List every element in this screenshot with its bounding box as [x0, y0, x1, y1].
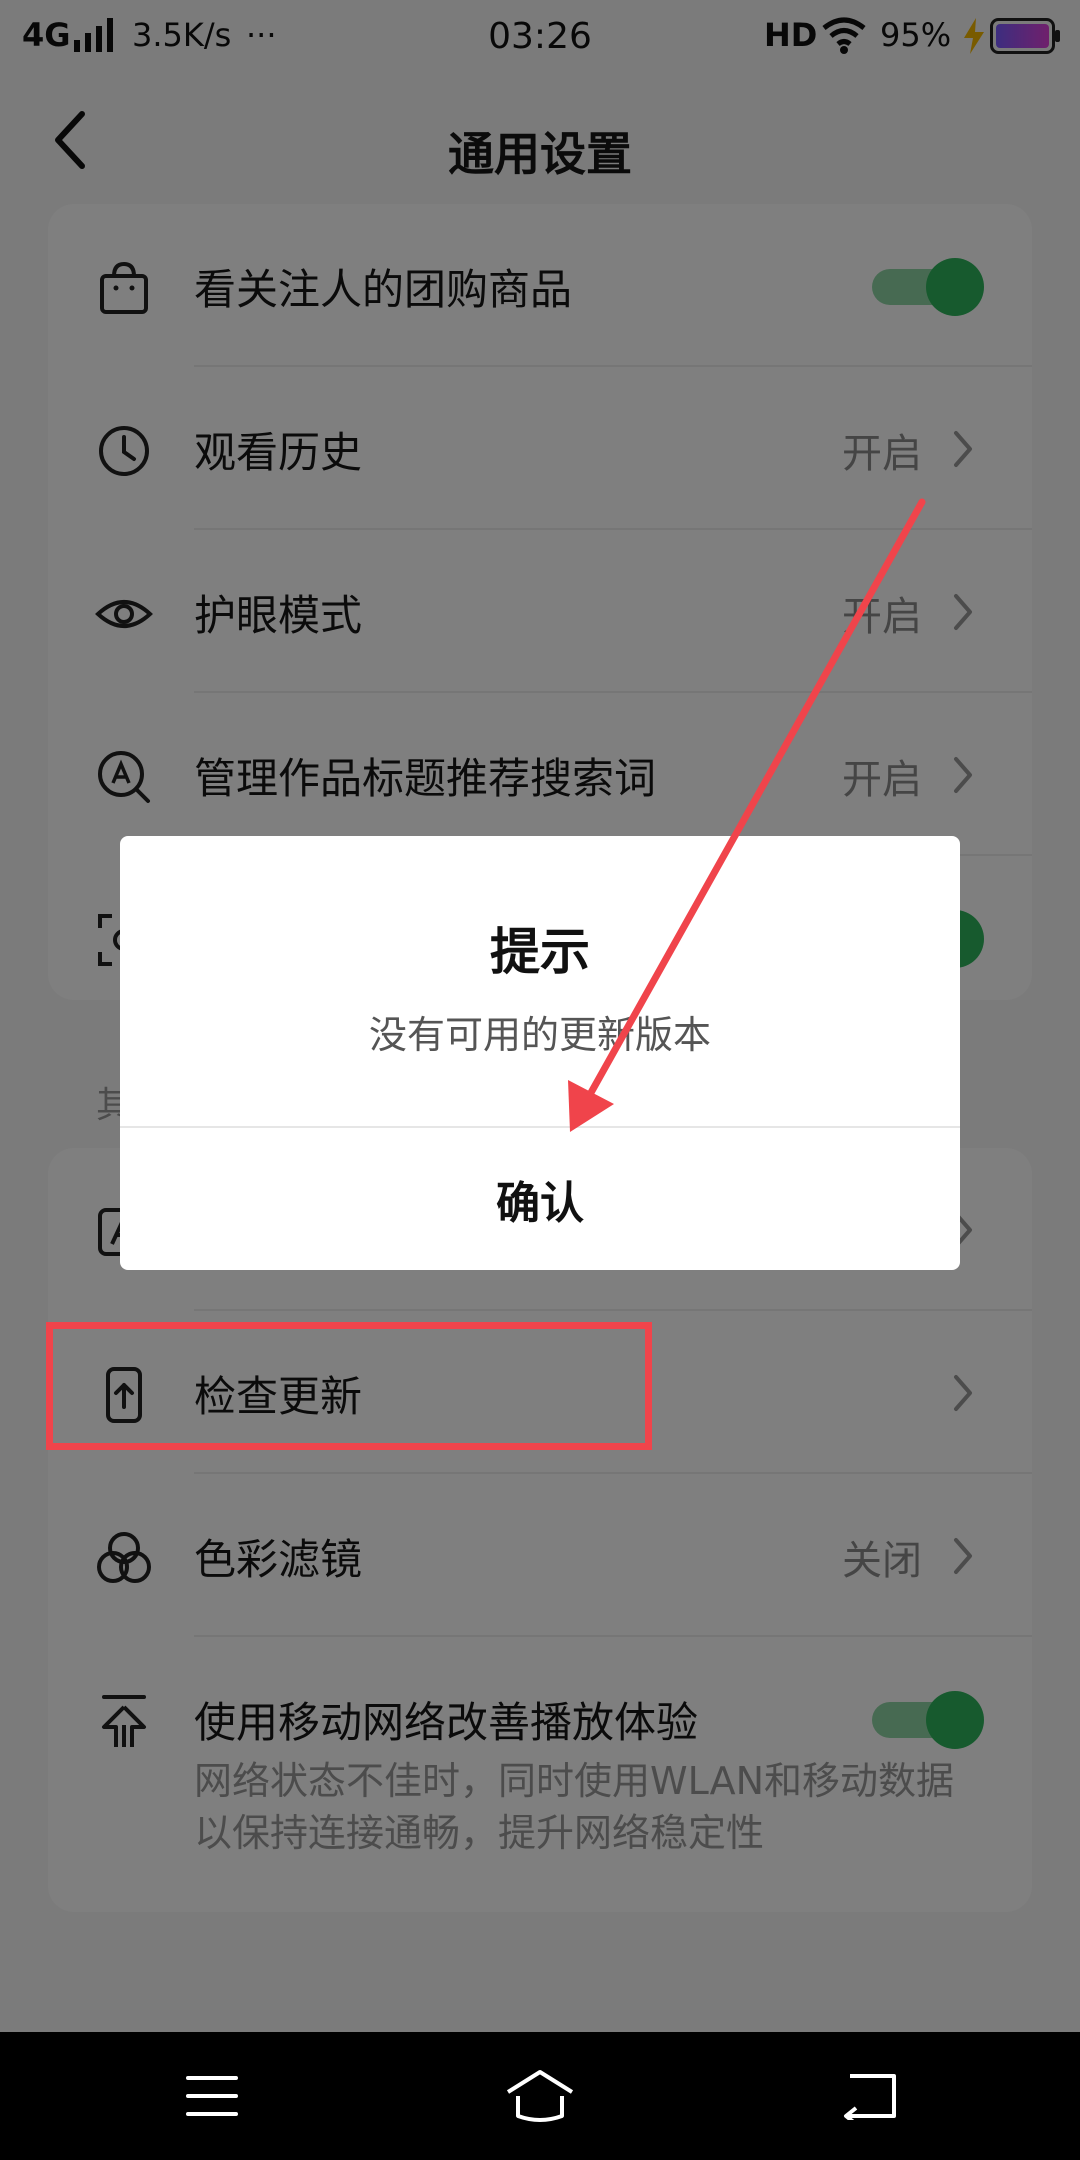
back-nav-icon[interactable] — [840, 2072, 900, 2120]
system-nav-bar — [0, 2032, 1080, 2160]
menu-icon[interactable] — [184, 2072, 240, 2120]
home-icon[interactable] — [504, 2068, 576, 2124]
annotation-arrow — [568, 498, 926, 1132]
